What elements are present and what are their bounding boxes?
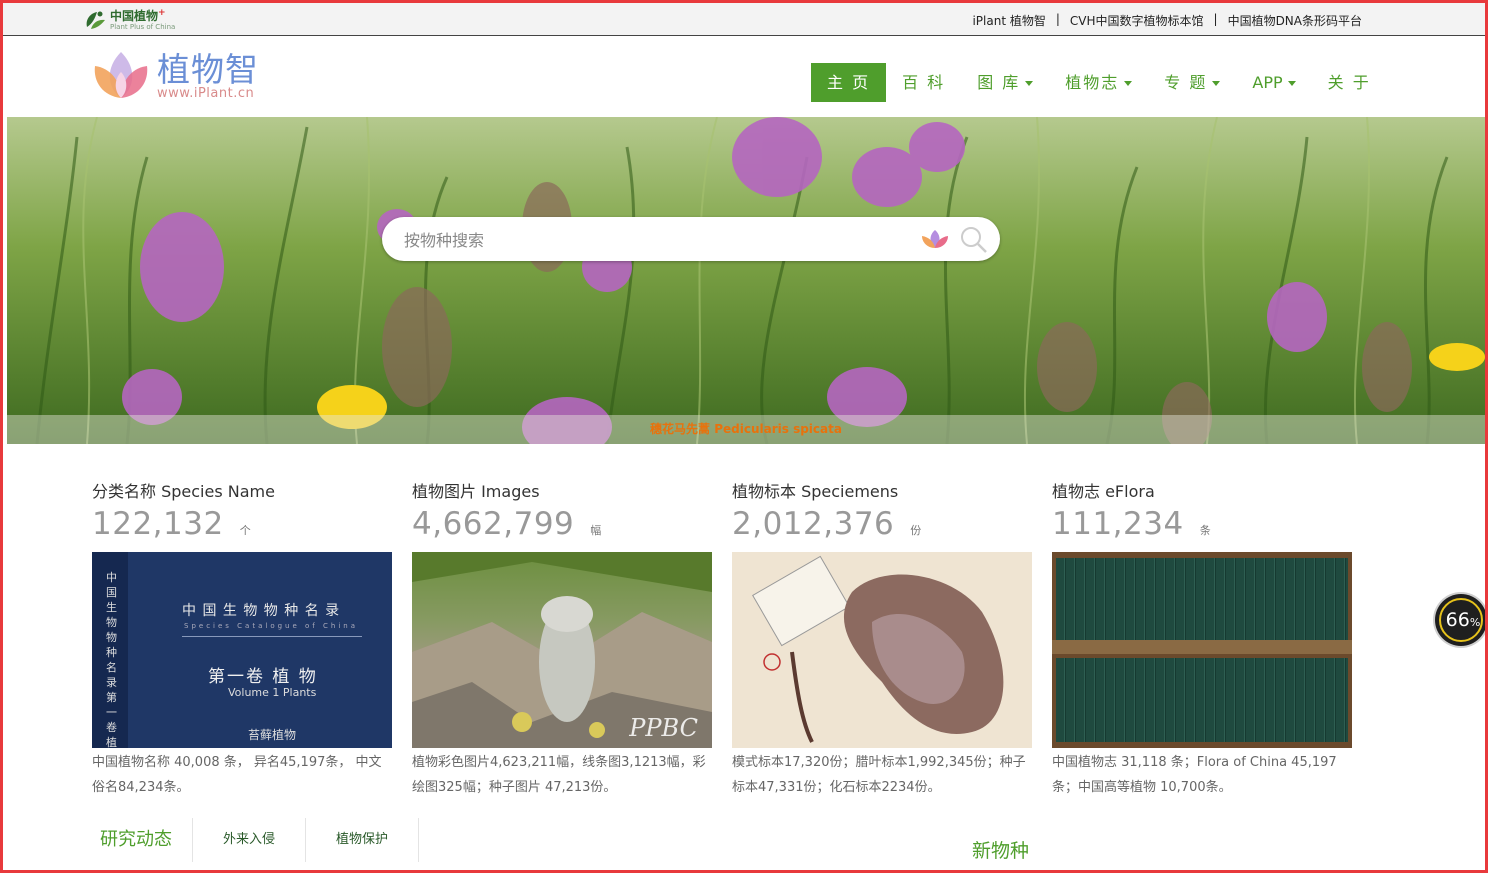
book-volume-en: Volume 1 Plants xyxy=(228,686,317,699)
chevron-down-icon xyxy=(1212,81,1221,86)
nav-flora[interactable]: 植物志 xyxy=(1049,63,1148,102)
stat-images: 植物图片 Images 4,662,799 幅 PPBC 植物彩色图片4,623,… xyxy=(412,478,712,800)
stat-images-label: 植物图片 Images xyxy=(412,482,540,501)
species-search-input[interactable] xyxy=(402,227,906,253)
stat-species-unit: 个 xyxy=(239,524,252,537)
stat-eflora-value: 111,234 xyxy=(1052,506,1184,542)
nav-encyclopedia-label: 百 科 xyxy=(902,73,946,92)
stat-species-label: 分类名称 Species Name xyxy=(92,482,275,501)
plant-plus-logo-cn: 中国植物 xyxy=(110,9,159,23)
chevron-down-icon xyxy=(1025,81,1034,86)
chevron-down-icon xyxy=(1124,81,1133,86)
nav-topics[interactable]: 专 题 xyxy=(1148,63,1236,102)
tab-invasive-species[interactable]: 外来入侵 xyxy=(193,818,307,862)
top-link-dna-barcode[interactable]: 中国植物DNA条形码平台 xyxy=(1228,12,1362,29)
progress-ring-widget[interactable]: 66% xyxy=(1435,594,1487,646)
plant-plus-logo[interactable]: 中国植物+ Plant Plus of China xyxy=(83,7,175,33)
stat-species: 分类名称 Species Name 122,132 个 中国生物物种名录 第一卷 … xyxy=(92,478,392,800)
tab-plant-protection[interactable]: 植物保护 xyxy=(306,818,420,862)
alpine-plant-photo[interactable]: PPBC xyxy=(412,552,712,748)
nav-gallery[interactable]: 图 库 xyxy=(961,63,1049,102)
book-part: 苔藓植物 xyxy=(248,728,297,742)
plant-plus-logo-en: Plant Plus of China xyxy=(110,23,176,31)
stat-eflora-desc: 中国植物志 31,118 条；Flora of China 45,197条；中国… xyxy=(1052,755,1337,795)
nav-about-label: 关 于 xyxy=(1327,73,1371,92)
top-links: iPlant 植物智 | CVH中国数字植物标本馆 | 中国植物DNA条形码平台 xyxy=(972,12,1362,29)
hero-caption-text: 穗花马先蒿 Pedicularis spicata xyxy=(650,422,842,436)
nav-topics-label: 专 题 xyxy=(1164,73,1208,92)
logo-title: 植物智 xyxy=(157,49,259,89)
stat-specimens: 植物标本 Speciemens 2,012,376 份 模式标本17,320份；腊… xyxy=(732,478,1032,800)
stat-specimens-value: 2,012,376 xyxy=(732,506,895,542)
logo-url: www.iPlant.cn xyxy=(157,85,255,101)
news-tabs: 研究动态 外来入侵 植物保护 xyxy=(92,818,420,862)
search-icon[interactable] xyxy=(959,225,989,255)
top-link-separator: | xyxy=(1213,12,1218,26)
nav-about[interactable]: 关 于 xyxy=(1312,63,1387,102)
lotus-logo-icon xyxy=(94,52,148,98)
top-bar: 中国植物+ Plant Plus of China iPlant 植物智 | C… xyxy=(3,3,1485,36)
leaf-logo-icon xyxy=(83,9,107,31)
lotus-icon xyxy=(922,230,948,248)
nav-flora-label: 植物志 xyxy=(1065,73,1120,92)
flora-books-shelf-image[interactable] xyxy=(1052,552,1352,748)
new-species-heading[interactable]: 新物种 xyxy=(972,836,1029,863)
ppbc-watermark: PPBC xyxy=(629,714,698,742)
site-header: 植物智 www.iPlant.cn 主 页 百 科 图 库 植物志 专 题 AP… xyxy=(3,36,1485,117)
book-subtitle: Species Catalogue of China xyxy=(184,622,358,630)
main-nav: 主 页 百 科 图 库 植物志 专 题 APP 关 于 xyxy=(811,63,1387,102)
top-link-cvh[interactable]: CVH中国数字植物标本馆 xyxy=(1070,12,1204,29)
nav-home[interactable]: 主 页 xyxy=(811,63,887,102)
species-catalogue-book-image[interactable]: 中国生物物种名录 第一卷 植 中 国 生 物 物 种 名 录 Species C… xyxy=(92,552,392,748)
hero-banner: 穗花马先蒿 Pedicularis spicata xyxy=(7,117,1485,444)
top-link-separator: | xyxy=(1055,12,1060,26)
iplant-logo[interactable]: 植物智 www.iPlant.cn xyxy=(89,48,259,104)
stat-images-unit: 幅 xyxy=(590,524,602,537)
tab-research-news[interactable]: 研究动态 xyxy=(92,818,193,862)
meadow-flowers-image xyxy=(7,117,1485,444)
herbarium-specimen-image[interactable] xyxy=(732,552,1032,748)
species-search-box xyxy=(382,217,1000,261)
book-spine-text: 中国生物物种名录 第一卷 植 xyxy=(106,571,117,748)
nav-app-label: APP xyxy=(1252,73,1283,92)
plant-plus-logo-plus: + xyxy=(158,8,166,18)
stat-specimens-unit: 份 xyxy=(910,524,922,537)
stat-species-value: 122,132 xyxy=(92,506,224,542)
progress-value: 66 xyxy=(1445,609,1470,631)
hero-caption: 穗花马先蒿 Pedicularis spicata xyxy=(7,415,1485,444)
stat-eflora: 植物志 eFlora 111,234 条 中国植物志 31,118 条；Flora… xyxy=(1052,478,1352,800)
nav-gallery-label: 图 库 xyxy=(977,73,1021,92)
stat-eflora-unit: 条 xyxy=(1199,524,1212,537)
stat-images-value: 4,662,799 xyxy=(412,506,575,542)
nav-home-label: 主 页 xyxy=(827,73,871,92)
nav-app[interactable]: APP xyxy=(1236,63,1311,102)
chevron-down-icon xyxy=(1287,81,1296,86)
progress-unit: % xyxy=(1469,616,1481,629)
book-title: 中 国 生 物 物 种 名 录 xyxy=(182,603,341,619)
stat-specimens-desc: 模式标本17,320份；腊叶标本1,992,345份；种子标本47,331份；化… xyxy=(732,755,1026,795)
stat-images-desc: 植物彩色图片4,623,211幅，线条图3,1213幅，彩绘图325幅；种子图片… xyxy=(412,755,706,795)
top-link-iplant[interactable]: iPlant 植物智 xyxy=(972,12,1045,29)
stat-species-desc: 中国植物名称 40,008 条， 异名45,197条， 中文俗名84,234条。 xyxy=(92,755,382,795)
nav-encyclopedia[interactable]: 百 科 xyxy=(886,63,961,102)
book-volume: 第一卷 植 物 xyxy=(208,667,318,687)
stat-specimens-label: 植物标本 Speciemens xyxy=(732,482,899,501)
stat-eflora-label: 植物志 eFlora xyxy=(1052,482,1155,501)
